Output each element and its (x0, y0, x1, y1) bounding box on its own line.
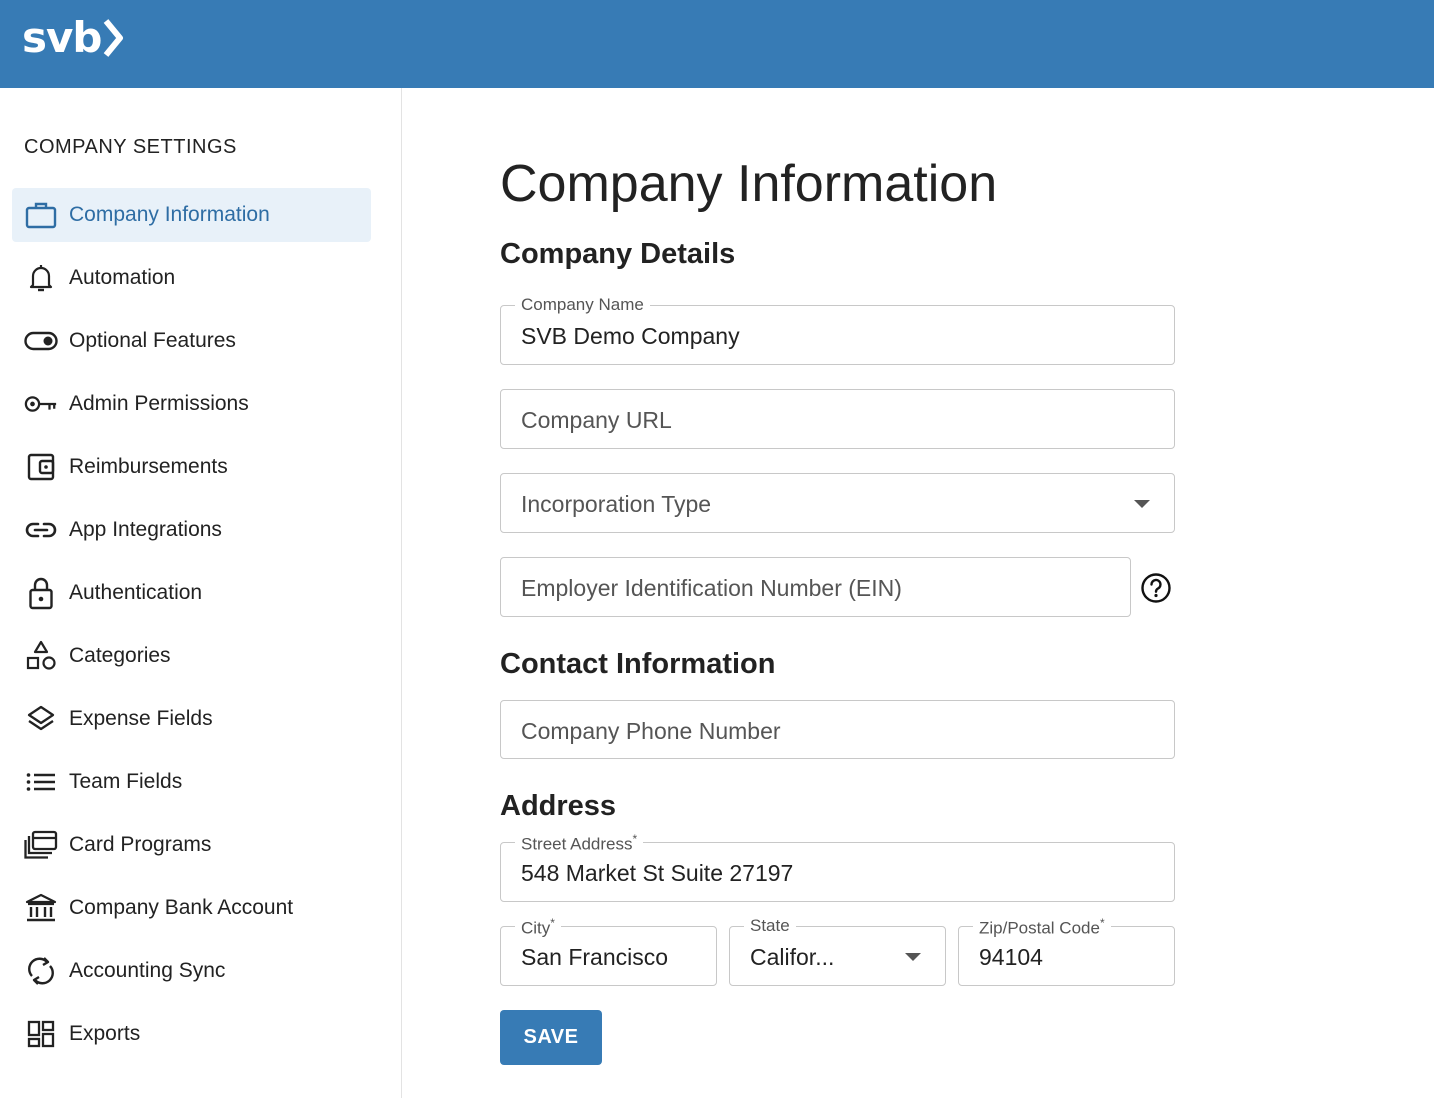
incorporation-type-select[interactable]: Incorporation Type (500, 473, 1175, 533)
zip-value: 94104 (979, 944, 1043, 970)
logo-chevron-icon (104, 19, 124, 57)
state-select[interactable]: State Califor... (729, 916, 946, 986)
cards-icon (24, 828, 58, 862)
required-mark: * (632, 832, 638, 846)
chevron-down-icon (905, 953, 921, 961)
wallet-icon (24, 450, 58, 484)
save-button[interactable]: SAVE (500, 1010, 602, 1065)
briefcase-icon (24, 198, 58, 232)
street-address-value: 548 Market St Suite 27197 (521, 860, 794, 886)
contact-information-heading: Contact Information (500, 648, 776, 680)
sidebar-item-reimbursements[interactable]: Reimbursements (12, 440, 371, 494)
company-url-field[interactable]: Company URL (500, 389, 1175, 449)
bell-icon (24, 261, 58, 295)
city-field[interactable]: City* San Francisco (500, 916, 717, 986)
sidebar-item-company-bank-account[interactable]: Company Bank Account (12, 881, 371, 935)
company-phone-field[interactable]: Company Phone Number (500, 700, 1175, 759)
company-name-field[interactable]: Company Name SVB Demo Company (500, 295, 1175, 365)
help-icon[interactable] (1140, 572, 1172, 604)
settings-nav: Company Information Automation Optional … (12, 188, 371, 1070)
sidebar-item-label: Reimbursements (69, 455, 228, 478)
logo-text: svb (22, 13, 102, 62)
sidebar-item-exports[interactable]: Exports (12, 1007, 371, 1061)
sidebar-heading: COMPANY SETTINGS (24, 136, 237, 158)
ein-field[interactable]: Employer Identification Number (EIN) (500, 557, 1131, 617)
sidebar-item-label: App Integrations (69, 518, 222, 541)
sidebar-item-label: Accounting Sync (69, 959, 226, 982)
state-label: State (744, 916, 796, 936)
sidebar-item-label: Exports (69, 1022, 141, 1045)
city-label: City* (515, 916, 561, 939)
sidebar-item-app-integrations[interactable]: App Integrations (12, 503, 371, 557)
shapes-icon (24, 639, 58, 673)
sidebar-item-admin-permissions[interactable]: Admin Permissions (12, 377, 371, 431)
sidebar-item-card-programs[interactable]: Card Programs (12, 818, 371, 872)
zip-label: Zip/Postal Code* (973, 916, 1111, 939)
company-name-value: SVB Demo Company (521, 323, 740, 349)
company-name-label: Company Name (515, 295, 650, 315)
required-mark: * (550, 916, 555, 930)
city-value: San Francisco (521, 944, 669, 970)
sidebar-item-authentication[interactable]: Authentication (12, 566, 371, 620)
sidebar-item-label: Categories (69, 644, 171, 667)
bank-icon (24, 891, 58, 925)
sidebar-item-company-information[interactable]: Company Information (12, 188, 371, 242)
svb-logo[interactable]: svb (22, 12, 125, 64)
sidebar-item-label: Expense Fields (69, 707, 213, 730)
sidebar-item-label: Optional Features (69, 329, 236, 352)
sidebar-item-label: Admin Permissions (69, 392, 249, 415)
street-address-label: Street Address* (515, 832, 644, 855)
sidebar-item-team-fields[interactable]: Team Fields (12, 755, 371, 809)
toggle-icon (24, 324, 58, 358)
state-value: Califor... (750, 944, 835, 970)
street-address-field[interactable]: Street Address* 548 Market St Suite 2719… (500, 832, 1175, 902)
zip-label-text: Zip/Postal Code (979, 918, 1100, 938)
sidebar-item-expense-fields[interactable]: Expense Fields (12, 692, 371, 746)
sync-icon (24, 954, 58, 988)
sidebar-item-label: Company Bank Account (69, 896, 294, 919)
sidebar-item-accounting-sync[interactable]: Accounting Sync (12, 944, 371, 998)
incorporation-type-placeholder: Incorporation Type (521, 491, 712, 517)
company-details-heading: Company Details (500, 238, 736, 270)
sidebar-item-label: Automation (69, 266, 176, 289)
key-icon (24, 387, 58, 421)
lock-icon (24, 576, 58, 610)
sidebar-item-label: Company Information (69, 203, 270, 226)
required-mark: * (1099, 916, 1105, 930)
street-address-label-text: Street Address (521, 834, 633, 854)
list-icon (24, 765, 58, 799)
page-title: Company Information (500, 155, 998, 213)
ein-placeholder: Employer Identification Number (EIN) (521, 575, 902, 601)
zip-code-field[interactable]: Zip/Postal Code* 94104 (958, 916, 1175, 986)
chevron-down-icon (1134, 500, 1150, 508)
sidebar-item-label: Card Programs (69, 833, 212, 856)
settings-sidebar: COMPANY SETTINGS Company Information Aut… (0, 88, 402, 1098)
sidebar-item-label: Authentication (69, 581, 203, 604)
link-icon (24, 513, 58, 547)
company-phone-placeholder: Company Phone Number (521, 718, 781, 744)
sidebar-item-optional-features[interactable]: Optional Features (12, 314, 371, 368)
sidebar-item-categories[interactable]: Categories (12, 629, 371, 683)
dashboard-icon (24, 1017, 58, 1051)
top-bar: svb (0, 0, 1434, 88)
city-label-text: City (521, 918, 551, 938)
company-url-placeholder: Company URL (521, 407, 672, 433)
layers-icon (24, 702, 58, 736)
sidebar-item-label: Team Fields (69, 770, 183, 793)
sidebar-item-automation[interactable]: Automation (12, 251, 371, 305)
address-heading: Address (500, 790, 617, 822)
